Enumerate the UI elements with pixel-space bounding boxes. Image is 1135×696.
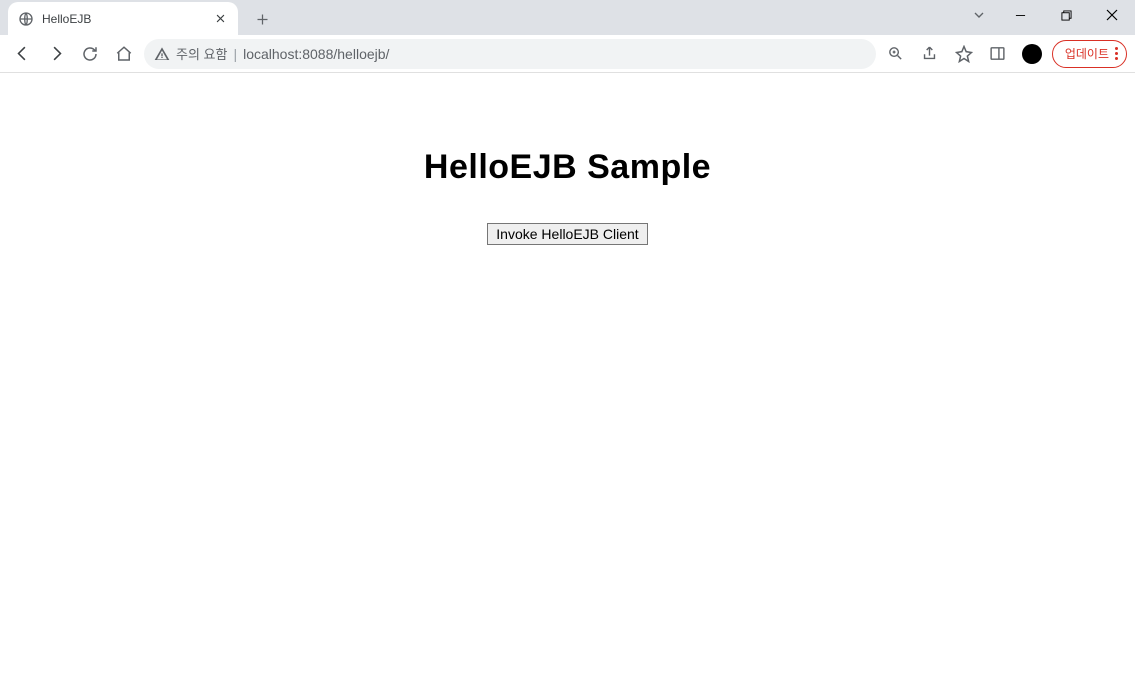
- window-controls: [961, 0, 1135, 30]
- separator: |: [233, 46, 237, 62]
- bookmark-icon[interactable]: [950, 40, 978, 68]
- address-bar[interactable]: 주의 요함 | localhost:8088/helloejb/: [144, 39, 876, 69]
- warning-icon: [154, 46, 170, 62]
- update-button[interactable]: 업데이트: [1052, 40, 1127, 68]
- browser-tab[interactable]: HelloEJB: [8, 2, 238, 35]
- tab-search-button[interactable]: [961, 0, 997, 30]
- tab-title: HelloEJB: [42, 12, 204, 26]
- maximize-button[interactable]: [1043, 0, 1089, 30]
- globe-icon: [18, 11, 34, 27]
- new-tab-button[interactable]: [248, 5, 276, 33]
- browser-titlebar: HelloEJB: [0, 0, 1135, 35]
- minimize-button[interactable]: [997, 0, 1043, 30]
- menu-dots-icon: [1115, 47, 1118, 60]
- page-heading: HelloEJB Sample: [424, 148, 711, 187]
- update-label: 업데이트: [1065, 45, 1109, 62]
- side-panel-icon[interactable]: [984, 40, 1012, 68]
- close-window-button[interactable]: [1089, 0, 1135, 30]
- page-content: HelloEJB Sample Invoke HelloEJB Client: [0, 73, 1135, 696]
- close-tab-button[interactable]: [212, 11, 228, 27]
- zoom-icon[interactable]: [882, 40, 910, 68]
- security-label: 주의 요함: [176, 44, 227, 63]
- toolbar-right: 업데이트: [882, 40, 1127, 68]
- reload-button[interactable]: [76, 40, 104, 68]
- browser-toolbar: 주의 요함 | localhost:8088/helloejb/: [0, 35, 1135, 73]
- home-button[interactable]: [110, 40, 138, 68]
- invoke-helloejb-button[interactable]: Invoke HelloEJB Client: [487, 223, 647, 245]
- forward-button[interactable]: [42, 40, 70, 68]
- back-button[interactable]: [8, 40, 36, 68]
- share-icon[interactable]: [916, 40, 944, 68]
- profile-avatar[interactable]: [1018, 40, 1046, 68]
- url-text: localhost:8088/helloejb/: [243, 46, 389, 62]
